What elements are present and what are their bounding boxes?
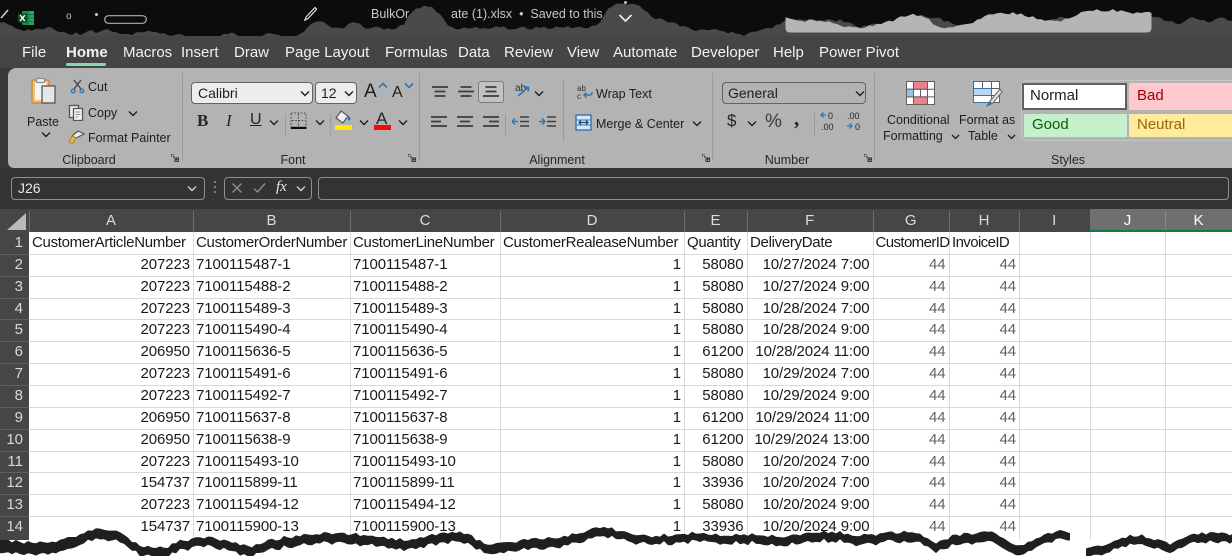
svg-text:.00: .00 xyxy=(847,111,860,121)
svg-text:0: 0 xyxy=(855,122,860,132)
svg-text:.00: .00 xyxy=(821,122,834,132)
svg-text:ab: ab xyxy=(515,83,527,94)
svg-text:0: 0 xyxy=(828,111,833,121)
svg-text:c: c xyxy=(577,92,581,100)
